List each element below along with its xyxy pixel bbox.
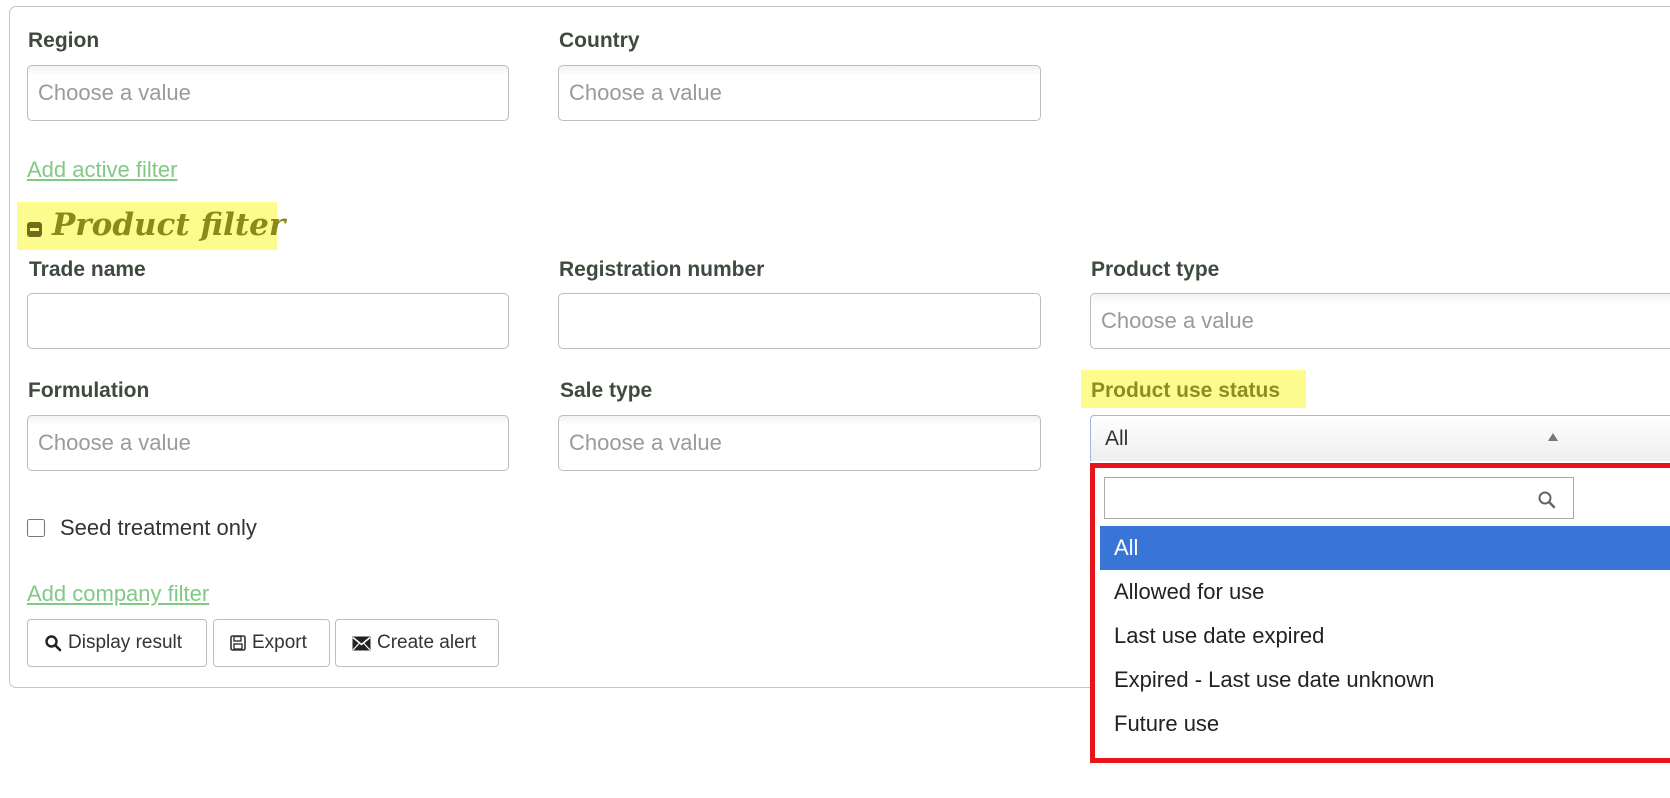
product-use-status-select[interactable]: All (1090, 415, 1670, 461)
formulation-label: Formulation (28, 379, 150, 402)
export-label: Export (252, 632, 307, 653)
sale-type-label: Sale type (560, 379, 653, 402)
region-label: Region (28, 29, 100, 52)
region-select[interactable]: Choose a value (27, 65, 509, 121)
sale-type-select[interactable]: Choose a value (558, 415, 1041, 471)
search-icon (1538, 491, 1556, 509)
add-company-filter-link[interactable]: Add company filter (27, 581, 209, 607)
product-type-select[interactable]: Choose a value (1090, 293, 1670, 349)
add-active-filter-link[interactable]: Add active filter (27, 157, 177, 183)
seed-treatment-label[interactable]: Seed treatment only (60, 515, 257, 541)
formulation-select[interactable]: Choose a value (27, 415, 509, 471)
dropdown-options: All Allowed for use Last use date expire… (1100, 526, 1670, 746)
trade-name-label: Trade name (29, 258, 146, 281)
option-all[interactable]: All (1100, 526, 1670, 570)
display-result-button[interactable]: Display result (27, 619, 207, 667)
collapse-icon[interactable] (27, 222, 42, 237)
country-label: Country (559, 29, 640, 52)
product-filter-title[interactable]: Product filter (52, 207, 285, 243)
export-button[interactable]: Export (213, 619, 330, 667)
dropdown-search-box (1104, 477, 1574, 519)
product-type-label: Product type (1091, 258, 1220, 281)
option-expired-last-use-date-unknown[interactable]: Expired - Last use date unknown (1100, 658, 1670, 702)
product-use-status-label: Product use status (1091, 379, 1281, 402)
product-use-status-dropdown: All Allowed for use Last use date expire… (1090, 463, 1670, 763)
option-last-use-date-expired[interactable]: Last use date expired (1100, 614, 1670, 658)
country-select[interactable]: Choose a value (558, 65, 1041, 121)
option-future-use[interactable]: Future use (1100, 702, 1670, 746)
envelope-icon (352, 636, 371, 650)
registration-number-input[interactable] (558, 293, 1041, 349)
option-allowed-for-use[interactable]: Allowed for use (1100, 570, 1670, 614)
create-alert-label: Create alert (377, 632, 477, 653)
caret-up-icon[interactable] (1548, 433, 1558, 441)
seed-treatment-checkbox[interactable] (27, 519, 45, 537)
create-alert-button[interactable]: Create alert (335, 619, 499, 667)
dropdown-search-input[interactable] (1105, 478, 1573, 518)
display-result-label: Display result (68, 632, 183, 653)
trade-name-input[interactable] (27, 293, 509, 349)
floppy-disk-icon (230, 635, 246, 651)
registration-number-label: Registration number (559, 258, 765, 281)
search-icon (45, 635, 62, 652)
